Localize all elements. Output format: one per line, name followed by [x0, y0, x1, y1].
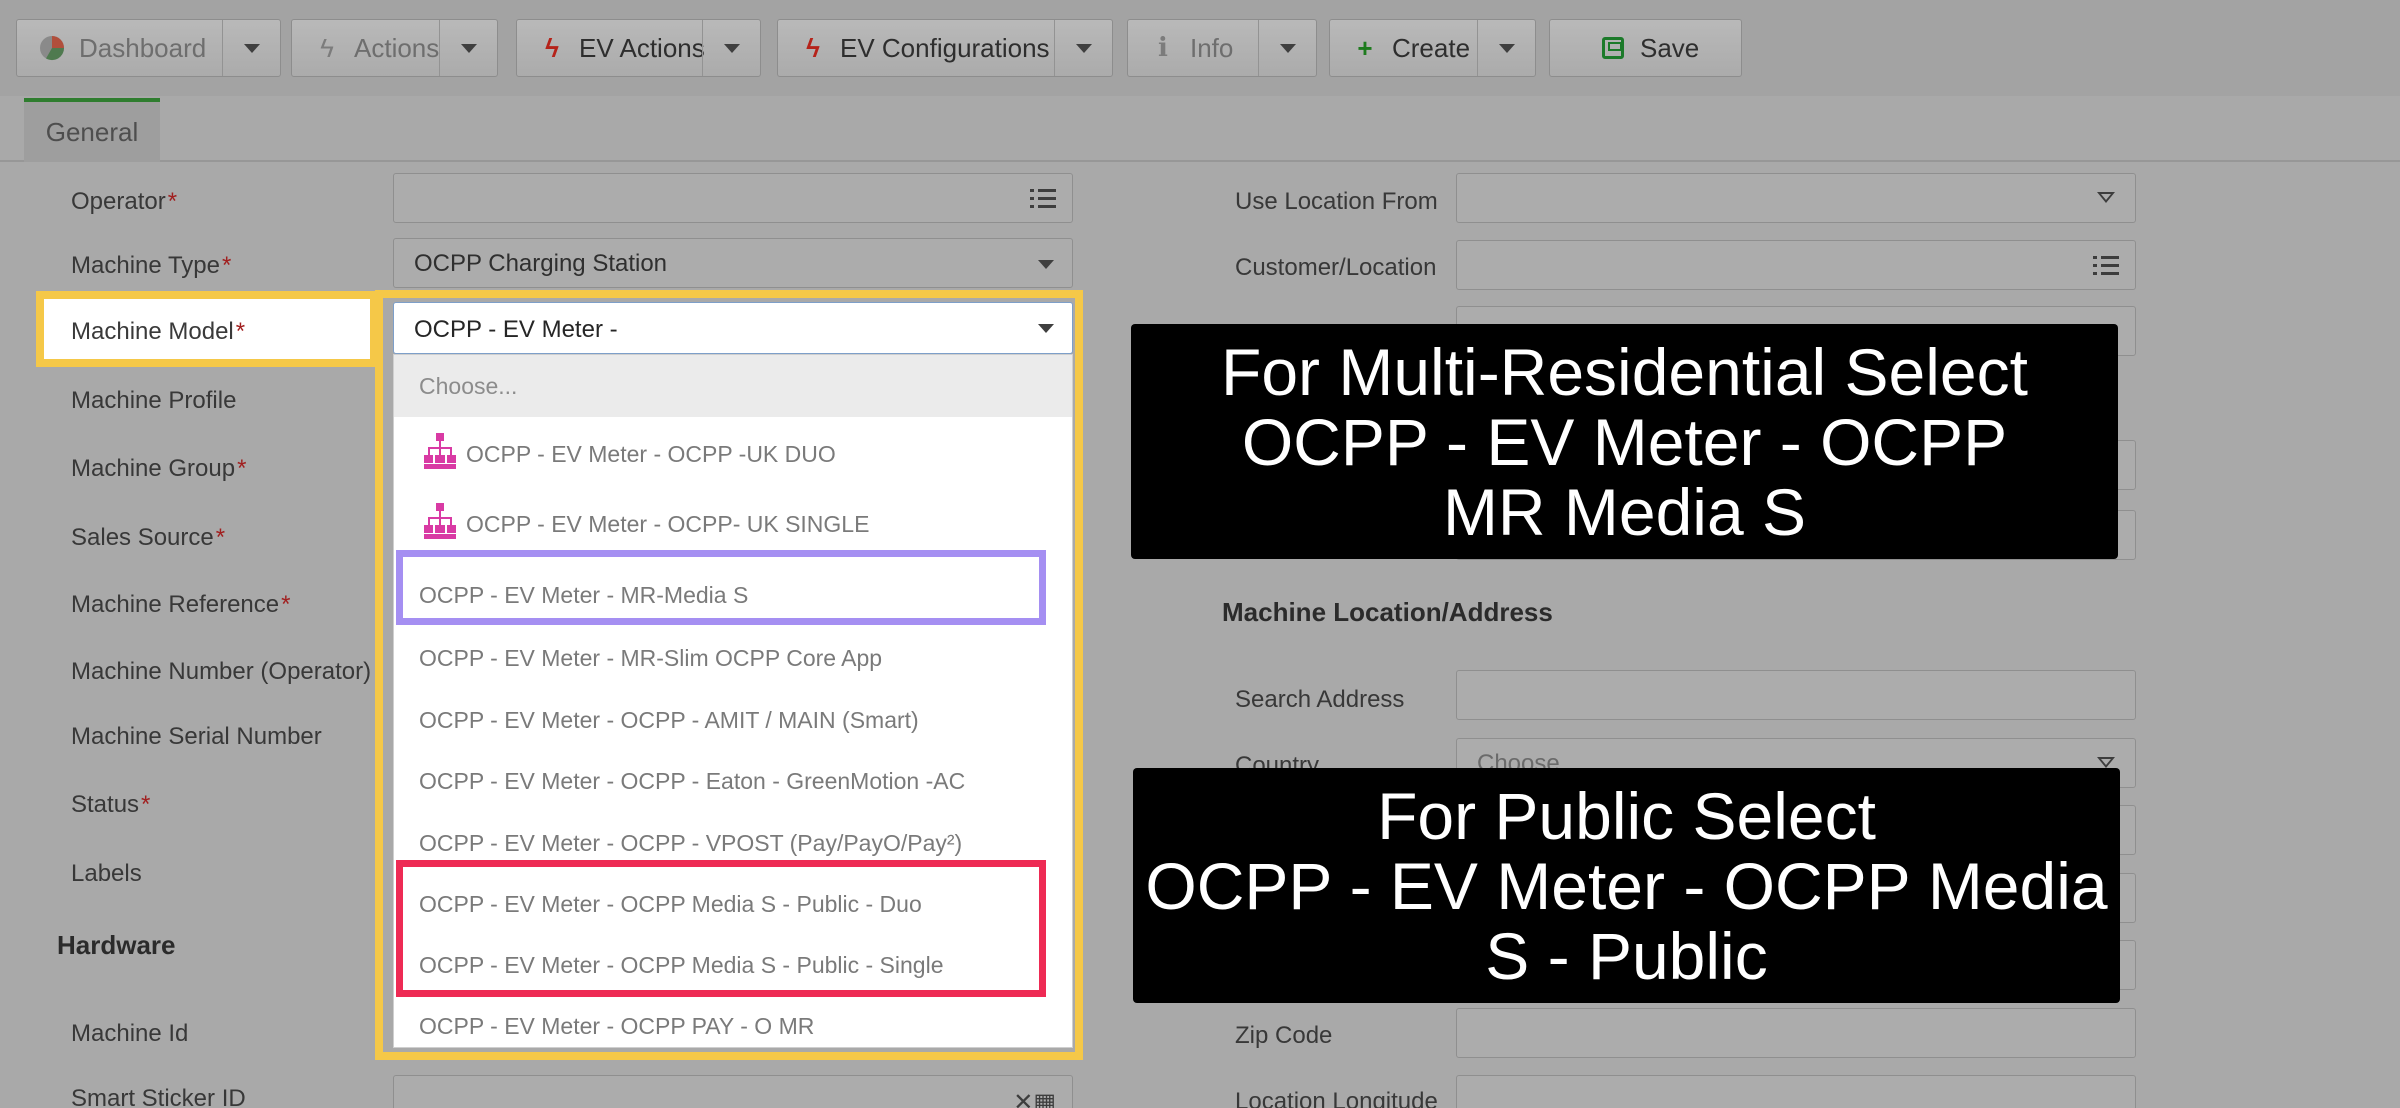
machine-profile-label: Machine Profile: [71, 387, 237, 414]
tab-general-label: General: [45, 116, 139, 147]
operator-label: Operator*: [71, 188, 178, 215]
ev-actions-button[interactable]: ϟ EV Actions: [516, 19, 761, 77]
actions-button[interactable]: ϟ Actions: [291, 19, 498, 77]
machine-group-label: Machine Group*: [71, 455, 247, 482]
machine-model-highlight: Machine Model*: [36, 291, 378, 367]
toolbar: Dashboard ϟ Actions ϟ EV Actions ϟ EV Co…: [0, 0, 2400, 96]
chevron-down-icon: [1038, 260, 1054, 269]
location-longitude-label: Location Longitude: [1235, 1088, 1438, 1108]
zip-code-label: Zip Code: [1235, 1022, 1333, 1049]
dropdown-option[interactable]: OCPP - EV Meter - MR-Slim OCPP Core App: [394, 625, 1072, 685]
save-button[interactable]: Save: [1549, 19, 1742, 77]
info-button[interactable]: i Info: [1127, 19, 1317, 77]
tab-general[interactable]: General: [24, 98, 160, 162]
chevron-down-icon[interactable]: [222, 20, 280, 76]
chevron-down-icon[interactable]: [1258, 20, 1316, 76]
info-label: Info: [1190, 32, 1234, 63]
status-label: Status*: [71, 791, 151, 818]
dropdown-option-mr-media-s[interactable]: OCPP - EV Meter - MR-Media S: [394, 565, 1072, 625]
list-icon[interactable]: [2093, 256, 2119, 276]
chevron-down-icon[interactable]: [439, 20, 497, 76]
create-button[interactable]: + Create: [1329, 19, 1536, 77]
machine-number-label: Machine Number (Operator): [71, 658, 372, 685]
smart-sticker-label: Smart Sticker ID: [71, 1085, 246, 1108]
ev-configurations-label: EV Configurations: [840, 32, 1050, 63]
chevron-down-icon[interactable]: [1054, 20, 1112, 76]
plus-icon: +: [1357, 32, 1373, 63]
machine-type-select[interactable]: OCPP Charging Station: [393, 238, 1073, 288]
machine-serial-label: Machine Serial Number: [71, 723, 322, 750]
machine-model-label: Machine Model*: [71, 318, 246, 345]
dashboard-label: Dashboard: [79, 32, 207, 63]
bolt-icon: ϟ: [545, 32, 559, 63]
location-longitude-field[interactable]: [1456, 1075, 2136, 1108]
callout-line: For Public Select: [1377, 778, 1876, 853]
customer-location-field[interactable]: [1456, 240, 2136, 290]
search-address-label: Search Address: [1235, 686, 1405, 713]
chevron-down-icon[interactable]: [702, 20, 760, 76]
operator-field[interactable]: [393, 173, 1073, 223]
chevron-down-icon: [2097, 192, 2115, 203]
dropdown-option-public-single[interactable]: OCPP - EV Meter - OCPP Media S - Public …: [394, 932, 1072, 992]
callout-line: OCPP - EV Meter - OCPP: [1241, 404, 2008, 479]
save-label: Save: [1640, 32, 1700, 63]
dropdown-option-placeholder[interactable]: Choose...: [394, 355, 1072, 417]
bolt-icon: ϟ: [806, 32, 820, 63]
dropdown-option[interactable]: OCPP - EV Meter - OCPP -UK DUO: [394, 423, 1072, 483]
chevron-down-icon[interactable]: [1477, 20, 1535, 76]
bolt-icon: ϟ: [320, 32, 334, 63]
actions-label: Actions: [354, 32, 440, 63]
sales-source-label: Sales Source*: [71, 524, 226, 551]
machine-model-value: OCPP - EV Meter -: [414, 316, 618, 343]
use-location-from-label: Use Location From: [1235, 188, 1438, 215]
zip-code-field[interactable]: [1456, 1008, 2136, 1058]
callout-line: S - Public: [1485, 918, 1768, 993]
labels-label: Labels: [71, 860, 142, 887]
machine-model-dropdown: Choose... OCPP - EV Meter - OCPP -UK DUO…: [393, 354, 1073, 1048]
create-label: Create: [1392, 32, 1471, 63]
machine-reference-label: Machine Reference*: [71, 591, 291, 618]
machine-location-heading: Machine Location/Address: [1222, 597, 1553, 627]
machine-type-label: Machine Type*: [71, 252, 232, 279]
tab-divider: [0, 160, 2400, 162]
multi-residential-callout: For Multi-Residential Select OCPP - EV M…: [1131, 324, 2118, 559]
dashboard-button[interactable]: Dashboard: [16, 19, 281, 77]
info-icon: i: [1158, 33, 1168, 63]
chevron-down-icon: [2097, 757, 2115, 768]
pie-chart-icon: [35, 34, 69, 62]
callout-line: MR Media S: [1442, 474, 1807, 549]
search-address-field[interactable]: [1456, 670, 2136, 720]
smart-sticker-field[interactable]: ✕▦: [393, 1075, 1073, 1108]
machine-type-value: OCPP Charging Station: [414, 250, 668, 277]
ev-configurations-button[interactable]: ϟ EV Configurations: [777, 19, 1113, 77]
machine-model-select[interactable]: OCPP - EV Meter -: [393, 302, 1073, 354]
use-location-from-select[interactable]: [1456, 173, 2136, 223]
callout-line: OCPP - EV Meter - OCPP Media: [1145, 848, 2108, 923]
clear-qr-icon[interactable]: ✕▦: [1013, 1088, 1056, 1108]
dropdown-option[interactable]: OCPP - EV Meter - OCPP - Eaton - GreenMo…: [394, 748, 1072, 808]
public-callout: For Public Select OCPP - EV Meter - OCPP…: [1133, 768, 2120, 1003]
dropdown-option[interactable]: OCPP - EV Meter - OCPP - VPOST (Pay/PayO…: [394, 810, 1072, 870]
org-chart-icon: [424, 503, 456, 539]
machine-id-label: Machine Id: [71, 1020, 189, 1047]
chevron-down-icon: [1038, 324, 1054, 333]
customer-location-label: Customer/Location: [1235, 254, 1437, 281]
dropdown-option[interactable]: OCPP - EV Meter - OCPP PAY - O MR: [394, 993, 1072, 1049]
list-icon[interactable]: [1030, 189, 1056, 209]
dropdown-option[interactable]: OCPP - EV Meter - OCPP - AMIT / MAIN (Sm…: [394, 687, 1072, 747]
hardware-heading: Hardware: [57, 930, 176, 960]
ev-actions-label: EV Actions: [579, 32, 705, 63]
dropdown-option[interactable]: OCPP - EV Meter - OCPP- UK SINGLE: [394, 493, 1072, 553]
save-icon: [1596, 37, 1630, 59]
dropdown-option-public-duo[interactable]: OCPP - EV Meter - OCPP Media S - Public …: [394, 871, 1072, 931]
callout-line: For Multi-Residential Select: [1221, 334, 2028, 409]
org-chart-icon: [424, 433, 456, 469]
